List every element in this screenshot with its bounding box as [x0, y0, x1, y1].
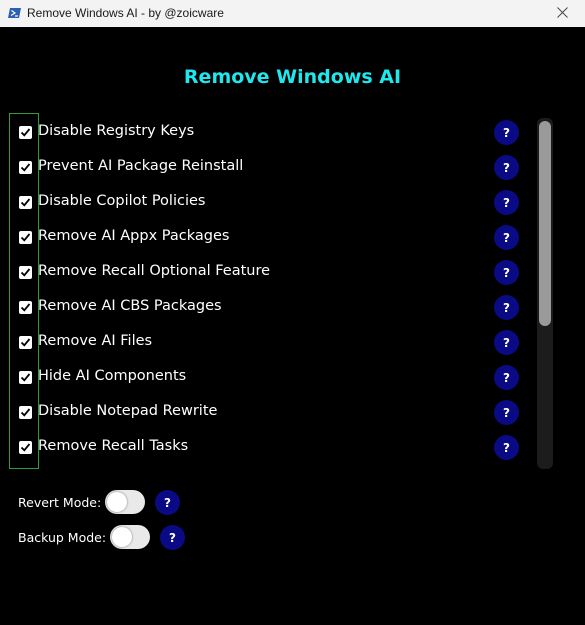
help-button[interactable]: ?: [494, 260, 519, 285]
close-button[interactable]: [539, 0, 585, 27]
checkbox[interactable]: [19, 441, 32, 454]
help-button[interactable]: ?: [494, 295, 519, 320]
checkmark-icon: [20, 128, 31, 137]
help-button[interactable]: ?: [494, 120, 519, 145]
option-remove-ai-appx-packages: Remove AI Appx Packages ?: [0, 222, 530, 257]
window-title: Remove Windows AI - by @zoicware: [27, 6, 224, 20]
backup-mode-label: Backup Mode:: [18, 530, 107, 545]
revert-mode-label: Revert Mode:: [18, 495, 102, 510]
option-label: Disable Notepad Rewrite: [38, 403, 218, 419]
option-label: Remove AI Appx Packages: [38, 228, 230, 244]
page-title: Remove Windows AI: [183, 66, 402, 88]
checkmark-icon: [20, 233, 31, 242]
option-prevent-ai-package-reinstall: Prevent AI Package Reinstall ?: [0, 152, 530, 187]
checkmark-icon: [20, 303, 31, 312]
option-disable-copilot-policies: Disable Copilot Policies ?: [0, 187, 530, 222]
option-label: Remove AI Files: [38, 333, 153, 349]
help-button[interactable]: ?: [494, 190, 519, 215]
checkbox[interactable]: [19, 231, 32, 244]
option-label: Remove Recall Tasks: [38, 438, 189, 454]
checkbox[interactable]: [19, 406, 32, 419]
help-button[interactable]: ?: [494, 225, 519, 250]
checkbox[interactable]: [19, 301, 32, 314]
backup-mode-toggle[interactable]: [110, 525, 150, 549]
option-remove-ai-files: Remove AI Files ?: [0, 327, 530, 362]
help-button[interactable]: ?: [494, 365, 519, 390]
checkmark-icon: [20, 198, 31, 207]
revert-mode-help-button[interactable]: ?: [155, 490, 180, 515]
scrollbar-thumb[interactable]: [539, 121, 551, 326]
option-label: Hide AI Components: [38, 368, 187, 384]
help-button[interactable]: ?: [494, 155, 519, 180]
checkmark-icon: [20, 338, 31, 347]
option-label: Disable Copilot Policies: [38, 193, 206, 209]
options-scrollbar[interactable]: [537, 118, 553, 469]
option-remove-ai-cbs-packages: Remove AI CBS Packages ?: [0, 292, 530, 327]
option-label: Disable Registry Keys: [38, 123, 195, 139]
checkbox[interactable]: [19, 371, 32, 384]
checkbox[interactable]: [19, 336, 32, 349]
checkmark-icon: [20, 163, 31, 172]
option-label: Remove AI CBS Packages: [38, 298, 222, 314]
toggle-knob: [107, 492, 127, 512]
revert-mode-row: Revert Mode: ?: [0, 488, 300, 518]
option-label: Remove Recall Optional Feature: [38, 263, 271, 279]
option-hide-ai-components: Hide AI Components ?: [0, 362, 530, 397]
revert-mode-toggle[interactable]: [105, 490, 145, 514]
powershell-icon: [8, 6, 22, 20]
checkbox[interactable]: [19, 126, 32, 139]
checkmark-icon: [20, 408, 31, 417]
checkmark-icon: [20, 268, 31, 277]
checkbox[interactable]: [19, 266, 32, 279]
checkbox[interactable]: [19, 161, 32, 174]
checkmark-icon: [20, 443, 31, 452]
checkbox[interactable]: [19, 196, 32, 209]
help-button[interactable]: ?: [494, 435, 519, 460]
option-disable-registry-keys: Disable Registry Keys ?: [0, 117, 530, 152]
checkmark-icon: [20, 373, 31, 382]
option-disable-notepad-rewrite: Disable Notepad Rewrite ?: [0, 397, 530, 432]
option-label: Prevent AI Package Reinstall: [38, 158, 244, 174]
backup-mode-help-button[interactable]: ?: [160, 525, 185, 550]
close-icon: [556, 5, 568, 23]
option-remove-recall-optional-feature: Remove Recall Optional Feature ?: [0, 257, 530, 292]
help-button[interactable]: ?: [494, 400, 519, 425]
backup-mode-row: Backup Mode: ?: [0, 523, 300, 553]
toggle-knob: [112, 527, 132, 547]
help-button[interactable]: ?: [494, 330, 519, 355]
option-remove-recall-tasks: Remove Recall Tasks ?: [0, 432, 530, 467]
title-bar: Remove Windows AI - by @zoicware: [0, 0, 585, 27]
